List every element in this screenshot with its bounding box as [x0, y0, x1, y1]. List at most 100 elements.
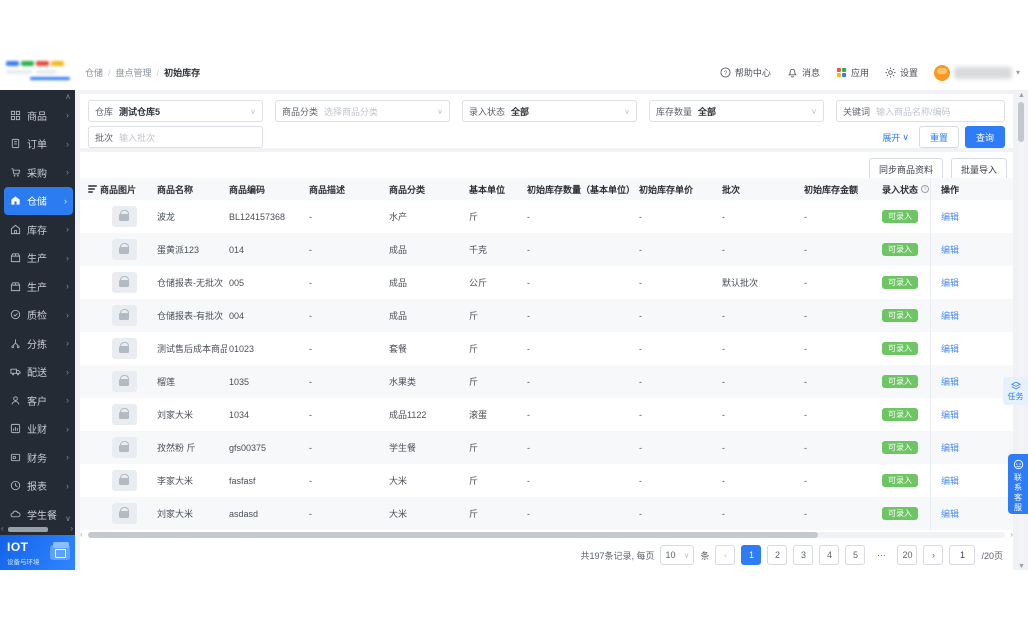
- category-select[interactable]: 商品分类 选择商品分类 ∨: [275, 100, 450, 122]
- batch-input[interactable]: 批次 输入批次: [88, 126, 263, 148]
- actions-cell: 编辑: [930, 431, 1013, 464]
- edit-button[interactable]: 编辑: [941, 276, 959, 289]
- sidebar: ∧ 商品 › 订单 › 采购 › 仓储 › 库存 › 生产 › 生产 › 质检 › 分拣 › 配送 › 客户 › 业财 › 财务…: [0, 90, 75, 570]
- header-nav: ? 帮助中心 消息 应用 设置 ▾: [720, 55, 1020, 90]
- chevron-right-icon: ›: [66, 281, 69, 292]
- top-header: 仓储 / 盘点管理 / 初始库存 ? 帮助中心 消息 应用 设置 ▾: [0, 55, 1028, 91]
- sidebar-hscroll-right-icon[interactable]: ›: [70, 524, 73, 533]
- chevron-right-icon: ›: [66, 452, 69, 463]
- column-filter-icon[interactable]: [88, 185, 97, 193]
- sidebar-item-9[interactable]: 配送 ›: [0, 358, 75, 387]
- sidebar-item-4[interactable]: 库存 ›: [0, 215, 75, 244]
- hscroll-left-icon[interactable]: ‹: [80, 530, 83, 539]
- product-desc: -: [309, 475, 312, 486]
- page-button-1[interactable]: 1: [741, 545, 762, 565]
- sidebar-item-3[interactable]: 仓储 ›: [4, 186, 73, 215]
- edit-button[interactable]: 编辑: [941, 309, 959, 322]
- headset-icon: [1013, 459, 1023, 470]
- sidebar-item-10[interactable]: 客户 ›: [0, 386, 75, 415]
- hscroll-thumb[interactable]: [88, 532, 818, 538]
- edit-button[interactable]: 编辑: [941, 210, 959, 223]
- expand-filters-link[interactable]: 展开 ∨: [882, 126, 909, 148]
- reset-button[interactable]: 重置: [919, 126, 959, 148]
- edit-button[interactable]: 编辑: [941, 375, 959, 388]
- column-filter-cell: [80, 178, 98, 200]
- sidebar-item-0[interactable]: 商品 ›: [0, 101, 75, 130]
- app-window: 仓储 / 盘点管理 / 初始库存 ? 帮助中心 消息 应用 设置 ▾ ∧ 商品 …: [0, 55, 1028, 570]
- stock-qty-select[interactable]: 库存数量 全部 ∨: [649, 100, 824, 122]
- initial-stock-qty: -: [527, 277, 530, 288]
- sidebar-item-label: 订单: [27, 140, 47, 152]
- base-unit: 斤: [469, 377, 479, 387]
- batch-import-button[interactable]: 批量导入: [950, 158, 1007, 180]
- edit-button[interactable]: 编辑: [941, 507, 959, 520]
- edit-button[interactable]: 编辑: [941, 342, 959, 355]
- task-float-tab[interactable]: 任务: [1003, 377, 1028, 405]
- user-menu[interactable]: ▾: [933, 64, 1020, 81]
- edit-button[interactable]: 编辑: [941, 243, 959, 256]
- vscroll-up-icon[interactable]: ▲: [1018, 92, 1025, 99]
- query-button[interactable]: 查询: [965, 126, 1005, 148]
- edit-button[interactable]: 编辑: [941, 474, 959, 487]
- next-page-button[interactable]: ›: [923, 545, 944, 565]
- initial-stock-price: -: [639, 343, 642, 354]
- column-header: 商品分类: [389, 184, 426, 195]
- product-image-placeholder-icon: [112, 338, 137, 359]
- customer-service-float-tab[interactable]: 联系客服: [1008, 454, 1028, 514]
- sidebar-item-5[interactable]: 生产 ›: [0, 244, 75, 273]
- sidebar-scroll-up-icon[interactable]: ∧: [65, 92, 71, 101]
- chevron-right-icon: ›: [66, 167, 69, 178]
- vscroll-thumb[interactable]: [1018, 102, 1024, 142]
- entry-status-cell: 可录入: [880, 398, 930, 431]
- sidebar-item-2[interactable]: 采购 ›: [0, 158, 75, 187]
- product-desc: -: [309, 343, 312, 354]
- sidebar-item-12[interactable]: 财务 ›: [0, 443, 75, 472]
- edit-button[interactable]: 编辑: [941, 408, 959, 421]
- sidebar-item-14[interactable]: 学生餐: [0, 500, 75, 529]
- hscroll-right-icon[interactable]: ›: [1010, 530, 1013, 539]
- page-button-20[interactable]: 20: [897, 545, 918, 565]
- sidebar-hscroll-left-icon[interactable]: ‹: [1, 524, 4, 533]
- vscroll-down-icon[interactable]: ▼: [1018, 563, 1025, 570]
- apps-button[interactable]: 应用: [836, 66, 869, 79]
- help-center-button[interactable]: ? 帮助中心: [720, 66, 771, 79]
- breadcrumb-item[interactable]: 盘点管理: [116, 66, 152, 79]
- sidebar-scroll-down-icon[interactable]: ∨: [65, 514, 71, 523]
- sidebar-item-1[interactable]: 订单 ›: [0, 130, 75, 159]
- sidebar-item-11[interactable]: 业财 ›: [0, 415, 75, 444]
- sidebar-item-13[interactable]: 报表 ›: [0, 472, 75, 501]
- keyword-input[interactable]: 关键词 输入商品名称/编码: [836, 100, 1005, 122]
- bell-icon: [787, 67, 798, 78]
- page-button-4[interactable]: 4: [819, 545, 840, 565]
- pagination-size-suffix: 条: [700, 550, 710, 561]
- breadcrumb-item[interactable]: 仓储: [85, 66, 103, 79]
- settings-button[interactable]: 设置: [885, 66, 918, 79]
- product-image-placeholder-icon: [112, 404, 137, 425]
- entry-status-select[interactable]: 录入状态 全部 ∨: [462, 100, 637, 122]
- prev-page-button[interactable]: ‹: [715, 545, 736, 565]
- page-size-select[interactable]: 10 ∨: [660, 545, 695, 565]
- sync-products-button[interactable]: 同步商品资料: [868, 158, 943, 180]
- entry-status-cell: 可录入: [880, 464, 930, 497]
- sidebar-hscrollbar[interactable]: [8, 527, 48, 532]
- page-jump-input[interactable]: [949, 545, 976, 565]
- initial-stock-qty: -: [527, 343, 530, 354]
- page-button-5[interactable]: 5: [845, 545, 866, 565]
- status-badge: 可录入: [882, 507, 918, 520]
- page-button-3[interactable]: 3: [793, 545, 814, 565]
- page-button-2[interactable]: 2: [767, 545, 788, 565]
- edit-button[interactable]: 编辑: [941, 441, 959, 454]
- warehouse-select[interactable]: 仓库 测试仓库5 ∨: [88, 100, 263, 122]
- breadcrumb-separator: /: [108, 67, 111, 78]
- product-desc: -: [309, 442, 312, 453]
- status-badge: 可录入: [882, 375, 918, 388]
- iot-banner[interactable]: IOT 设备与环境: [0, 535, 75, 570]
- sidebar-item-6[interactable]: 生产 ›: [0, 272, 75, 301]
- product-category: 学生餐: [389, 443, 417, 453]
- sidebar-item-7[interactable]: 质检 ›: [0, 301, 75, 330]
- status-badge: 可录入: [882, 309, 918, 322]
- messages-button[interactable]: 消息: [787, 66, 820, 79]
- sidebar-item-8[interactable]: 分拣 ›: [0, 329, 75, 358]
- batch: -: [722, 376, 725, 387]
- order-doc-icon: [10, 138, 22, 150]
